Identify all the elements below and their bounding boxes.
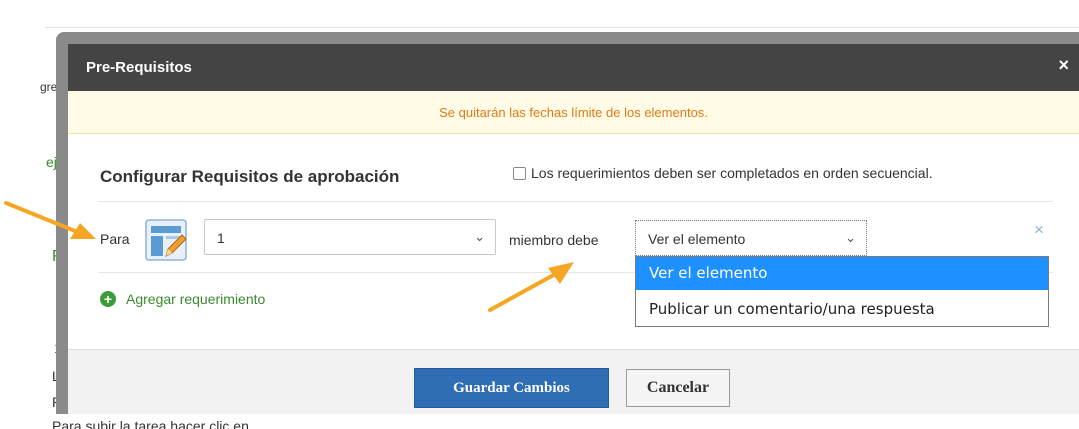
action-select[interactable]: Ver el elemento ⌄ [635, 220, 867, 256]
quantity-select[interactable]: 1 ⌄ [204, 219, 496, 255]
dropdown-option[interactable]: Publicar un comentario/una respuesta [636, 293, 1048, 326]
background-fragment: gre [40, 80, 58, 94]
cancel-button[interactable]: Cancelar [626, 369, 730, 407]
dropdown-option[interactable]: Ver el elemento [636, 257, 1048, 290]
sequential-label: Los requerimientos deben ser completados… [531, 165, 933, 181]
warning-banner: Se quitarán las fechas límite de los ele… [68, 91, 1079, 134]
dialog-title: Pre-Requisitos [86, 59, 192, 76]
remove-requirement-icon[interactable]: × [1034, 220, 1044, 240]
background-toolbar [45, 0, 1079, 28]
divider [98, 201, 1053, 202]
quantity-value: 1 [217, 230, 225, 246]
para-label: Para [100, 231, 130, 247]
add-requirement-label: Agregar requerimiento [126, 291, 266, 307]
annotation-arrow-icon [488, 262, 574, 312]
action-dropdown-list: Ver el elemento Publicar un comentario/u… [635, 256, 1049, 327]
warning-text: Se quitarán las fechas límite de los ele… [439, 105, 708, 120]
add-requirement-link[interactable]: + Agregar requerimiento [100, 291, 265, 307]
dialog-header: Pre-Requisitos × [68, 44, 1079, 91]
close-icon[interactable]: × [1058, 55, 1069, 76]
add-icon: + [100, 291, 116, 307]
sequential-checkbox[interactable] [513, 166, 526, 180]
chevron-down-icon: ⌄ [845, 230, 856, 245]
prerequisites-dialog: Pre-Requisitos × Se quitarán las fechas … [68, 44, 1079, 414]
document-edit-icon [145, 219, 187, 261]
chevron-down-icon: ⌄ [474, 229, 485, 244]
action-value: Ver el elemento [648, 231, 746, 247]
miembro-label: miembro debe [509, 232, 599, 248]
save-button[interactable]: Guardar Cambios [414, 368, 609, 408]
sequential-option[interactable]: Los requerimientos deben ser completados… [513, 165, 933, 181]
background-bottom-text: Para subir la tarea hacer clic en [52, 418, 249, 429]
annotation-arrow-icon [4, 201, 96, 239]
config-title: Configurar Requisitos de aprobación [100, 167, 400, 186]
